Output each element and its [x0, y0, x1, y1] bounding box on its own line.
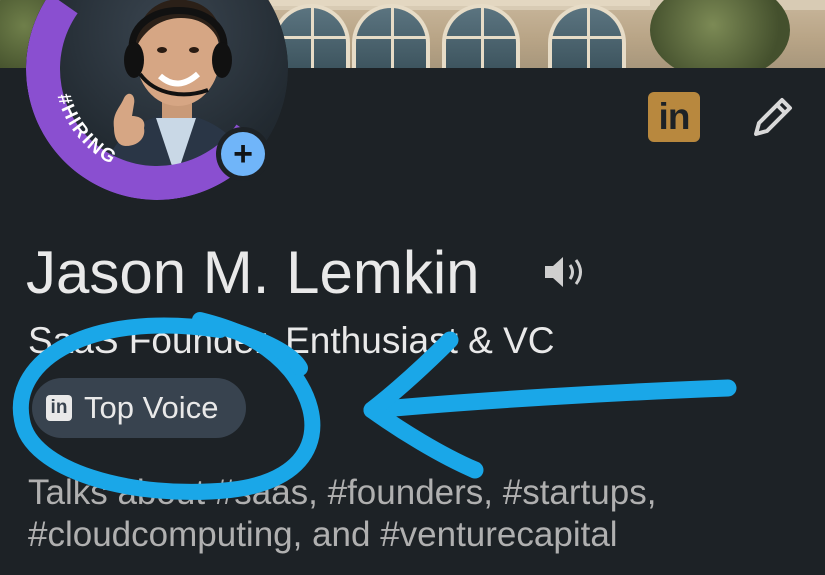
- profile-headline: SaaS Founder, Enthusiast & VC: [28, 320, 555, 361]
- linkedin-logo-icon[interactable]: in: [648, 92, 700, 142]
- profile-name: Jason M. Lemkin: [26, 239, 480, 306]
- plus-icon: +: [221, 132, 265, 176]
- talks-about-hashtags: Talks about #saas, #founders, #startups,…: [28, 473, 657, 554]
- pencil-icon[interactable]: [750, 94, 796, 140]
- top-voice-badge[interactable]: in Top Voice: [32, 378, 246, 438]
- linkedin-logo-text: in: [658, 96, 691, 137]
- linkedin-badge-icon: in: [46, 395, 72, 421]
- top-voice-label: Top Voice: [84, 390, 219, 425]
- speaker-icon[interactable]: [543, 254, 589, 290]
- add-story-button[interactable]: +: [216, 127, 270, 181]
- svg-text:#HIRING: #HIRING: [53, 91, 121, 169]
